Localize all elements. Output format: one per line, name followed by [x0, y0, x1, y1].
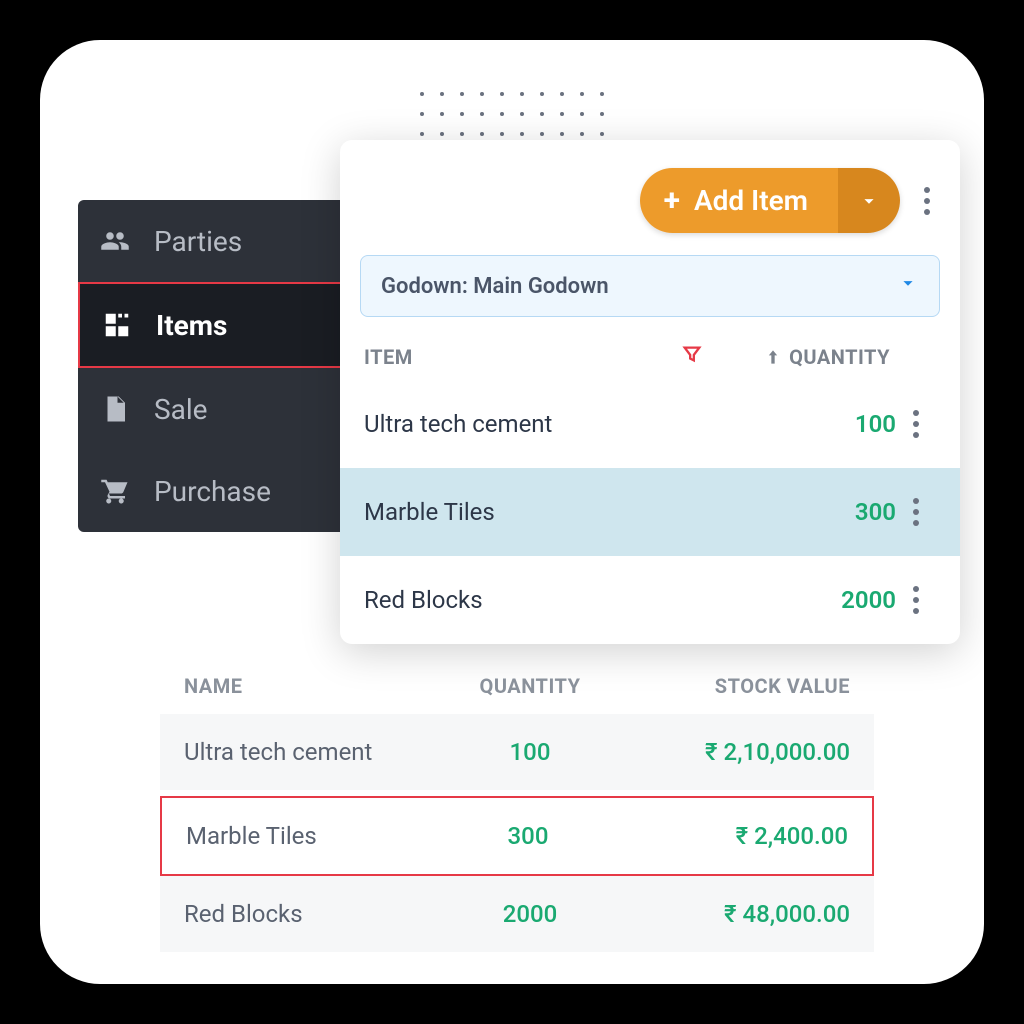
sidebar-item-label: Parties: [154, 225, 242, 258]
invoice-icon: [98, 392, 132, 426]
stock-table-header: NAME QUANTITY STOCK VALUE: [160, 664, 874, 714]
stock-value: ₹ 48,000.00: [620, 900, 850, 928]
item-name: Marble Tiles: [364, 498, 786, 526]
stock-qty: 300: [438, 822, 618, 850]
row-more-menu[interactable]: [896, 492, 936, 532]
table-row[interactable]: Red Blocks 2000 ₹ 48,000.00: [160, 876, 874, 958]
item-name: Ultra tech cement: [364, 410, 786, 438]
item-qty: 300: [786, 498, 896, 526]
table-row[interactable]: Ultra tech cement 100 ₹ 2,10,000.00: [160, 714, 874, 796]
list-row[interactable]: Marble Tiles 300: [340, 468, 960, 556]
column-name[interactable]: NAME: [184, 674, 440, 698]
stock-table: NAME QUANTITY STOCK VALUE Ultra tech cem…: [160, 664, 874, 958]
stock-qty: 2000: [440, 900, 620, 928]
sidebar-item-label: Purchase: [154, 475, 271, 508]
stock-value: ₹ 2,10,000.00: [620, 738, 850, 766]
item-qty: 2000: [786, 586, 896, 614]
column-stock-value[interactable]: STOCK VALUE: [620, 674, 850, 698]
godown-label: Godown: Main Godown: [381, 274, 609, 299]
list-row[interactable]: Ultra tech cement 100: [340, 380, 960, 468]
stock-name: Marble Tiles: [186, 822, 438, 850]
table-row[interactable]: Marble Tiles 300 ₹ 2,400.00: [160, 796, 874, 876]
add-item-label: Add Item: [694, 184, 808, 217]
column-quantity[interactable]: QUANTITY: [440, 674, 620, 698]
panel-more-menu[interactable]: [918, 181, 936, 221]
sort-ascending-icon: [763, 347, 783, 367]
app-card: Parties Items Sale Purchase +: [40, 40, 984, 984]
item-name: Red Blocks: [364, 586, 786, 614]
row-more-menu[interactable]: [896, 580, 936, 620]
item-qty: 100: [786, 410, 896, 438]
column-quantity[interactable]: QUANTITY: [763, 345, 890, 369]
add-item-dropdown[interactable]: [838, 168, 900, 233]
boxes-icon: [100, 308, 134, 342]
stock-name: Ultra tech cement: [184, 738, 440, 766]
filter-icon[interactable]: [681, 343, 703, 370]
cart-icon: [98, 474, 132, 508]
plus-icon: +: [664, 186, 680, 216]
column-item[interactable]: ITEM: [364, 345, 681, 369]
row-more-menu[interactable]: [896, 404, 936, 444]
stock-value: ₹ 2,400.00: [618, 822, 848, 850]
stock-qty: 100: [440, 738, 620, 766]
chevron-down-icon: [858, 190, 880, 212]
sidebar-item-label: Sale: [154, 393, 208, 426]
sidebar-item-label: Items: [156, 309, 227, 342]
list-row[interactable]: Red Blocks 2000: [340, 556, 960, 644]
chevron-down-icon: [897, 272, 919, 300]
items-panel: + Add Item Godown: Main Godown ITEM: [340, 140, 960, 644]
stock-name: Red Blocks: [184, 900, 440, 928]
people-icon: [98, 224, 132, 258]
add-item-button[interactable]: + Add Item: [640, 168, 900, 233]
godown-select[interactable]: Godown: Main Godown: [360, 255, 940, 317]
panel-toolbar: + Add Item: [340, 156, 960, 255]
items-list-header: ITEM QUANTITY: [340, 329, 960, 380]
